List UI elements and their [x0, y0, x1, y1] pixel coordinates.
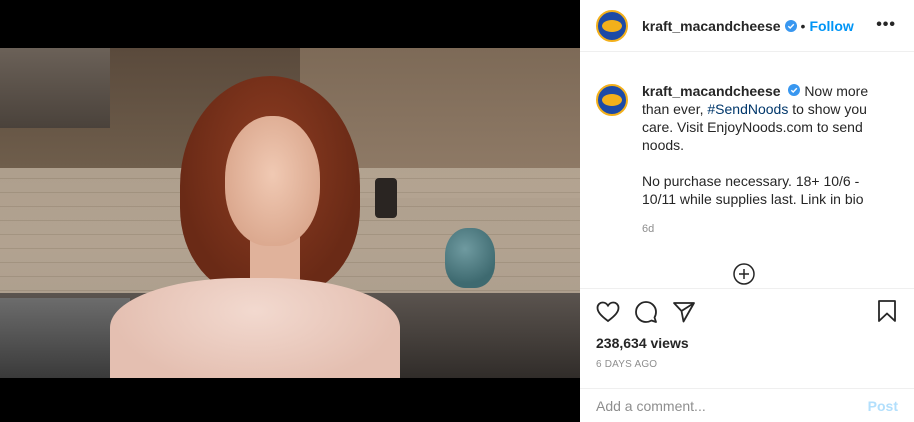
post-timestamp[interactable]: 6 DAYS AGO	[596, 359, 898, 370]
separator-dot: •	[800, 17, 806, 34]
video-player[interactable]	[0, 0, 580, 422]
range-hood	[0, 48, 110, 128]
person-face	[225, 116, 320, 246]
hashtag-link[interactable]: #SendNoods	[707, 101, 788, 117]
caption-text: kraft_macandcheese Now more than ever, #…	[642, 82, 892, 238]
lamp	[375, 178, 397, 218]
share-icon[interactable]	[672, 301, 696, 323]
avatar[interactable]	[596, 84, 628, 116]
username-link[interactable]: kraft_macandcheese	[642, 18, 781, 34]
caption-time: 6d	[642, 223, 655, 235]
caption-line2: No purchase necessary. 18+ 10/6 - 10/11 …	[642, 173, 864, 207]
video-frame[interactable]	[0, 48, 580, 378]
comment-bar: Post	[580, 388, 914, 422]
more-icon[interactable]: •••	[876, 16, 896, 34]
bookmark-icon[interactable]	[876, 299, 898, 328]
avatar[interactable]	[596, 9, 628, 42]
verified-badge-icon	[788, 84, 801, 96]
post-comment-button[interactable]: Post	[868, 398, 898, 414]
post-header: kraft_macandcheese • Follow •••	[580, 0, 914, 52]
caption-username[interactable]: kraft_macandcheese	[642, 83, 781, 99]
action-icons	[596, 299, 898, 325]
post-side-panel: kraft_macandcheese • Follow ••• kraft_ma…	[580, 0, 914, 422]
follow-button[interactable]: Follow	[809, 18, 853, 34]
caption: kraft_macandcheese Now more than ever, #…	[596, 82, 896, 238]
view-count[interactable]: 238,634 views	[596, 335, 898, 351]
comment-icon[interactable]	[634, 300, 658, 324]
comment-input[interactable]	[596, 397, 868, 414]
vase	[445, 228, 495, 288]
post-actions: 238,634 views 6 DAYS AGO	[580, 288, 914, 370]
person-body	[110, 278, 400, 378]
verified-badge-icon	[784, 19, 797, 32]
add-circle-icon[interactable]	[732, 262, 756, 286]
heart-icon[interactable]	[596, 301, 620, 323]
